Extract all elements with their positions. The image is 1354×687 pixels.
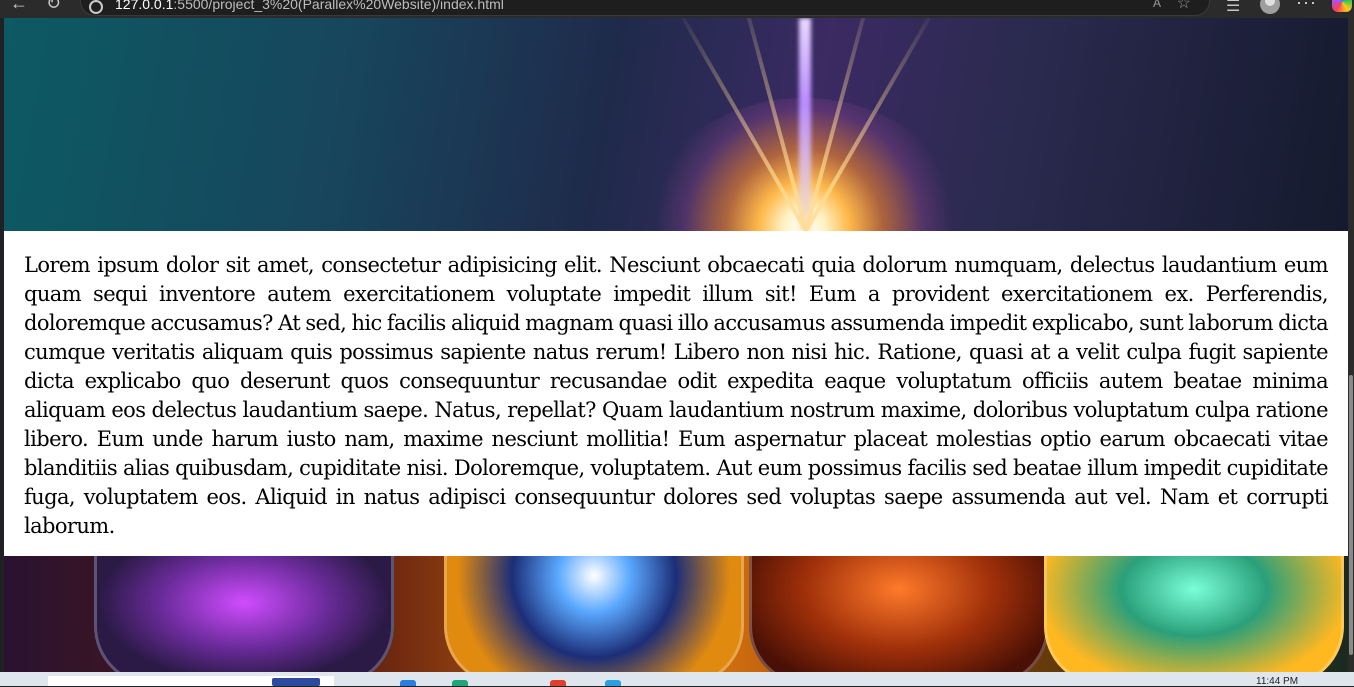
parallax-image-sunset	[4, 18, 1348, 231]
taskbar-app-icon[interactable]	[605, 680, 621, 686]
url-path: :5500/project_3%20(Parallex%20Website)/i…	[173, 0, 504, 12]
light-beam	[799, 18, 811, 231]
taskbar-app-icon[interactable]	[452, 680, 468, 686]
star-icon[interactable]: ☆	[1177, 0, 1191, 13]
url-host: 127.0.0.1	[115, 0, 174, 12]
more-icon[interactable]: ···	[1296, 0, 1317, 13]
taskbar-widget[interactable]	[272, 678, 320, 686]
jar-blue	[444, 556, 744, 672]
read-aloud-icon[interactable]: A	[1153, 0, 1161, 10]
reload-icon[interactable]: ↻	[46, 0, 61, 12]
url-text[interactable]: 127.0.0.1:5500/project_3%20(Parallex%20W…	[115, 0, 504, 12]
profile-icon[interactable]	[1260, 0, 1280, 14]
taskbar: 11:44 PM	[0, 672, 1354, 687]
address-bar[interactable]: 127.0.0.1:5500/project_3%20(Parallex%20W…	[80, 0, 1210, 16]
page-viewport: Lorem ipsum dolor sit amet, consectetur …	[4, 18, 1348, 672]
content-section: Lorem ipsum dolor sit amet, consectetur …	[4, 231, 1348, 556]
jar-green	[1044, 556, 1344, 672]
info-icon[interactable]	[89, 0, 103, 14]
collections-icon[interactable]: ☰	[1226, 0, 1240, 16]
scrollbar-thumb[interactable]	[1349, 375, 1353, 655]
jar-purple	[94, 556, 394, 672]
taskbar-clock[interactable]: 11:44 PM	[1256, 676, 1298, 687]
lorem-paragraph: Lorem ipsum dolor sit amet, consectetur …	[24, 253, 1329, 538]
arrow-left-icon[interactable]: ←	[10, 0, 28, 12]
copilot-icon[interactable]	[1332, 0, 1352, 12]
jar-red	[749, 556, 1049, 672]
taskbar-app-icon[interactable]	[550, 680, 566, 686]
parallax-image-jars	[4, 556, 1348, 672]
taskbar-app-icon[interactable]	[400, 680, 416, 686]
browser-toolbar: ← ↻ 127.0.0.1:5500/project_3%20(Parallex…	[0, 0, 1354, 18]
